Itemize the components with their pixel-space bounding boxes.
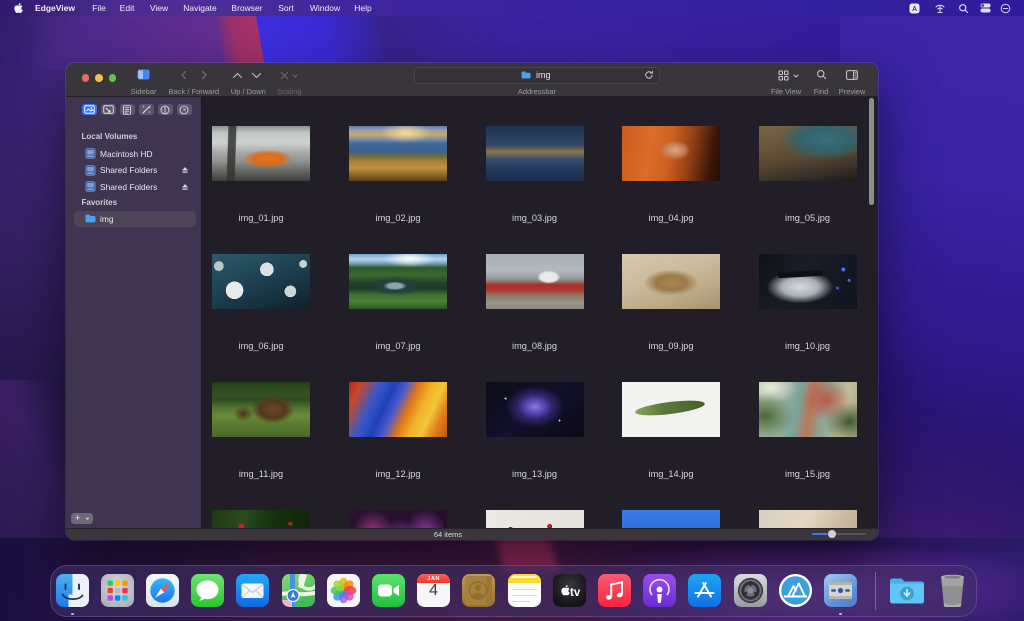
svg-text:A: A xyxy=(912,6,917,13)
svg-text:tv: tv xyxy=(570,587,581,599)
